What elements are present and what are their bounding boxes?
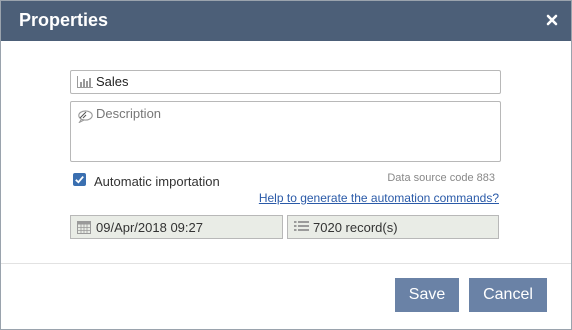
- dialog-titlebar: Properties: [1, 1, 571, 41]
- data-source-code: Data source code 883: [387, 172, 495, 184]
- name-field[interactable]: [70, 70, 501, 94]
- save-button[interactable]: Save: [395, 278, 459, 312]
- description-input[interactable]: [96, 106, 491, 154]
- description-field[interactable]: [70, 101, 501, 162]
- date-field: 09/Apr/2018 09:27: [70, 215, 283, 239]
- cancel-button[interactable]: Cancel: [469, 278, 547, 312]
- dialog-title: Properties: [19, 10, 109, 30]
- help-link[interactable]: Help to generate the automation commands…: [259, 191, 499, 205]
- bar-chart-icon: [77, 76, 93, 88]
- close-icon[interactable]: [543, 11, 561, 29]
- footer-divider: [1, 263, 571, 264]
- records-field: 7020 record(s): [287, 215, 499, 239]
- resize-grip-icon[interactable]: [78, 110, 87, 119]
- automatic-importation-label[interactable]: Automatic importation: [94, 174, 220, 189]
- checkmark-icon: [75, 176, 84, 184]
- properties-dialog: Properties Automatic: [0, 0, 572, 330]
- date-value: 09/Apr/2018 09:27: [96, 220, 203, 235]
- records-value: 7020 record(s): [313, 220, 398, 235]
- automatic-importation-checkbox[interactable]: [73, 173, 86, 186]
- list-icon: [294, 221, 309, 231]
- name-input[interactable]: [96, 73, 491, 90]
- calendar-icon: [77, 221, 91, 234]
